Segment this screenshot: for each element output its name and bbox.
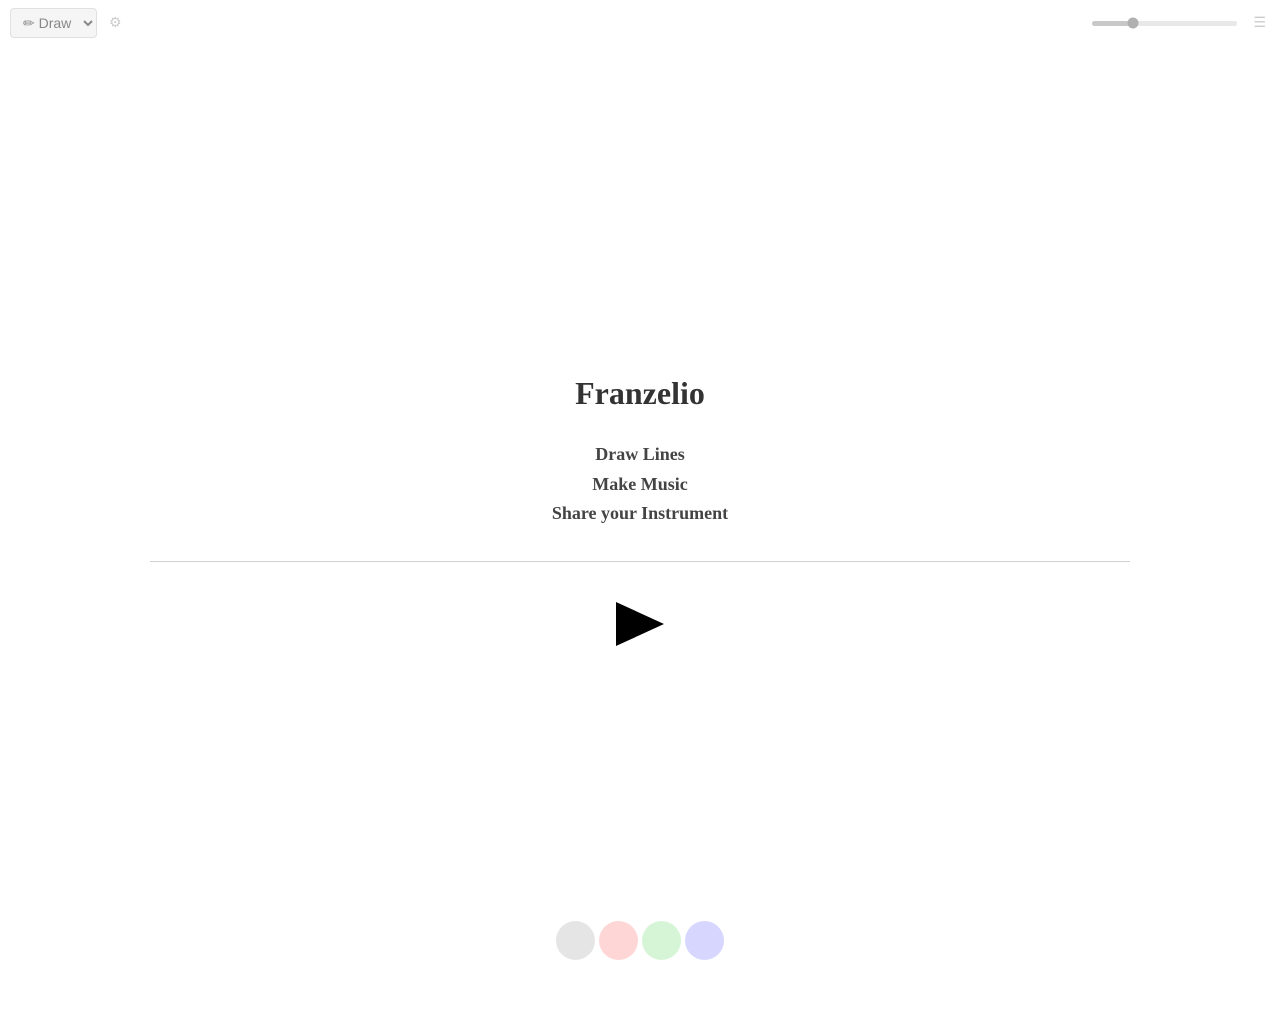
color-dot-gray[interactable] bbox=[556, 921, 595, 960]
toolbar-left-group: ✏ Draw ⚙ bbox=[10, 8, 126, 38]
tagline-3: Share your Instrument bbox=[150, 499, 1130, 529]
slider-thumb[interactable] bbox=[1128, 18, 1139, 29]
main-content: Franzelio Draw Lines Make Music Share yo… bbox=[150, 375, 1130, 651]
slider[interactable] bbox=[1092, 21, 1237, 26]
tool-select[interactable]: ✏ Draw bbox=[10, 8, 97, 38]
color-palette bbox=[556, 921, 724, 960]
tagline-2: Make Music bbox=[150, 470, 1130, 500]
play-button[interactable] bbox=[616, 602, 664, 646]
divider bbox=[150, 561, 1130, 562]
menu-icon[interactable]: ☰ bbox=[1249, 11, 1270, 36]
color-dot-red[interactable] bbox=[599, 921, 638, 960]
play-icon bbox=[616, 602, 664, 646]
app-title: Franzelio bbox=[150, 375, 1130, 412]
color-dot-blue[interactable] bbox=[685, 921, 724, 960]
color-dot-green[interactable] bbox=[642, 921, 681, 960]
tagline-1: Draw Lines bbox=[150, 440, 1130, 470]
settings-icon[interactable]: ⚙ bbox=[105, 11, 126, 36]
toolbar-right-group: ☰ bbox=[1092, 11, 1270, 36]
top-toolbar: ✏ Draw ⚙ ☰ bbox=[0, 8, 1280, 38]
